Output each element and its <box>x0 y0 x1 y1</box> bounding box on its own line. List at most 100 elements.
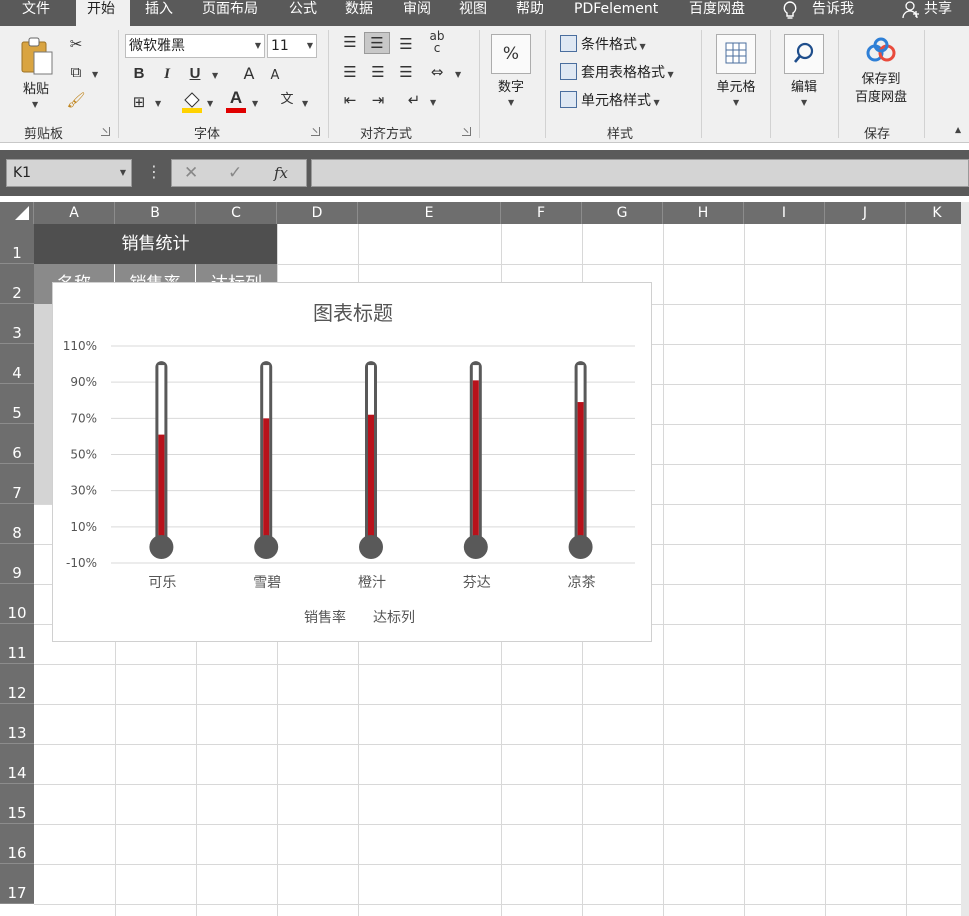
tab-insert[interactable]: 插入 <box>145 0 191 26</box>
column-header-j[interactable]: J <box>825 202 906 224</box>
share-user-icon[interactable] <box>901 0 921 26</box>
formula-bar-resize-handle[interactable]: ⋮ <box>146 160 162 184</box>
copy-dropdown-icon[interactable]: ▼ <box>92 70 98 79</box>
row-header-8[interactable]: 8 <box>0 504 34 544</box>
column-header-g[interactable]: G <box>582 202 663 224</box>
font-color-dropdown-icon[interactable]: ▼ <box>252 99 258 108</box>
tab-page-layout[interactable]: 页面布局 <box>202 0 268 26</box>
align-left-icon[interactable]: ☰ <box>340 62 360 82</box>
row-header-16[interactable]: 16 <box>0 824 34 864</box>
cut-icon[interactable]: ✂ <box>66 34 86 54</box>
fill-color-button[interactable] <box>181 90 203 114</box>
font-size-box[interactable]: 11 ▼ <box>267 34 317 58</box>
vertical-scrollbar[interactable] <box>961 202 969 916</box>
tab-baidu-netdisk[interactable]: 百度网盘 <box>689 0 755 26</box>
wrap-text-icon[interactable]: ↵ <box>404 90 424 110</box>
legend-entry-target[interactable]: 达标列 <box>373 607 415 627</box>
cells-dropdown-icon[interactable]: ▼ <box>733 98 739 107</box>
align-right-icon[interactable]: ☰ <box>396 62 416 82</box>
column-header-c[interactable]: C <box>196 202 277 224</box>
row-header-17[interactable]: 17 <box>0 864 34 904</box>
name-box-dropdown-icon[interactable]: ▼ <box>120 160 126 186</box>
alignment-launcher-icon[interactable] <box>462 127 471 136</box>
font-name-box[interactable]: 微软雅黑 ▼ <box>125 34 265 58</box>
cell-styles-button[interactable]: 单元格样式 ▼ <box>560 90 660 112</box>
tab-help[interactable]: 帮助 <box>516 0 552 26</box>
increase-indent-icon[interactable]: ⇥ <box>368 90 388 110</box>
borders-icon[interactable]: ⊞ <box>128 92 150 112</box>
legend-entry-sales-rate[interactable]: 销售率 <box>304 607 346 627</box>
row-header-7[interactable]: 7 <box>0 464 34 504</box>
cells-button[interactable] <box>716 34 756 74</box>
borders-dropdown-icon[interactable]: ▼ <box>155 99 161 108</box>
conditional-formatting-button[interactable]: 条件格式 ▼ <box>560 34 646 56</box>
phonetic-dropdown-icon[interactable]: ▼ <box>302 99 308 108</box>
data-cells-shaded[interactable] <box>34 304 53 504</box>
underline-button[interactable]: U <box>186 64 204 84</box>
underline-dropdown-icon[interactable]: ▼ <box>212 71 218 80</box>
align-bottom-icon[interactable]: ☰ <box>396 34 416 54</box>
tab-formulas[interactable]: 公式 <box>289 0 325 26</box>
tell-me-search[interactable]: 告诉我 <box>812 0 864 26</box>
format-painter-icon[interactable]: 🖌 <box>66 90 86 110</box>
row-header-10[interactable]: 10 <box>0 584 34 624</box>
merge-dropdown-icon[interactable]: ▼ <box>455 70 461 79</box>
save-to-baidu-button[interactable]: 保存到 百度网盘 <box>846 36 916 116</box>
cancel-icon[interactable]: ✕ <box>184 163 198 183</box>
enter-check-icon[interactable]: ✓ <box>228 163 242 183</box>
number-format-button[interactable]: % <box>491 34 531 74</box>
font-color-button[interactable]: A <box>225 88 247 114</box>
paste-dropdown-icon[interactable]: ▼ <box>32 100 38 109</box>
decrease-indent-icon[interactable]: ⇤ <box>340 90 360 110</box>
align-top-icon[interactable]: ☰ <box>340 32 360 52</box>
tab-data[interactable]: 数据 <box>345 0 381 26</box>
row-header-15[interactable]: 15 <box>0 784 34 824</box>
clipboard-launcher-icon[interactable] <box>101 127 110 136</box>
align-middle-icon[interactable]: ☰ <box>364 32 390 54</box>
row-header-9[interactable]: 9 <box>0 544 34 584</box>
share-button[interactable]: 共享 <box>924 0 964 26</box>
tab-home[interactable]: 开始 <box>76 0 130 26</box>
orientation-icon[interactable]: ab c <box>426 30 448 54</box>
bold-button[interactable]: B <box>130 64 148 84</box>
tab-pdfelement[interactable]: PDFelement <box>574 0 668 26</box>
italic-button[interactable]: I <box>158 64 176 84</box>
insert-function-icon[interactable]: fx <box>274 163 288 183</box>
wrap-dropdown-icon[interactable]: ▼ <box>430 98 436 107</box>
shrink-font-button[interactable]: A <box>266 66 284 86</box>
row-header-5[interactable]: 5 <box>0 384 34 424</box>
column-header-k[interactable]: K <box>906 202 969 224</box>
format-as-table-button[interactable]: 套用表格格式 ▼ <box>560 62 674 84</box>
column-header-d[interactable]: D <box>277 202 358 224</box>
row-header-13[interactable]: 13 <box>0 704 34 744</box>
phonetic-icon[interactable]: 文 <box>276 90 298 110</box>
grow-font-button[interactable]: A <box>240 64 258 84</box>
copy-icon[interactable]: ⧉ <box>66 62 86 82</box>
column-header-h[interactable]: H <box>663 202 744 224</box>
name-box[interactable]: K1 ▼ <box>6 159 132 187</box>
row-header-6[interactable]: 6 <box>0 424 34 464</box>
row-header-14[interactable]: 14 <box>0 744 34 784</box>
tab-review[interactable]: 审阅 <box>403 0 439 26</box>
column-header-b[interactable]: B <box>115 202 196 224</box>
row-header-3[interactable]: 3 <box>0 304 34 344</box>
column-header-i[interactable]: I <box>744 202 825 224</box>
row-header-1[interactable]: 1 <box>0 224 34 264</box>
font-size-dropdown-icon[interactable]: ▼ <box>307 35 313 57</box>
align-center-icon[interactable]: ☰ <box>368 62 388 82</box>
editing-dropdown-icon[interactable]: ▼ <box>801 98 807 107</box>
collapse-ribbon-icon[interactable]: ▼ <box>955 126 961 135</box>
column-header-e[interactable]: E <box>358 202 501 224</box>
row-header-2[interactable]: 2 <box>0 264 34 304</box>
cell-a1-merged[interactable]: 销售统计 <box>34 224 277 264</box>
fill-color-dropdown-icon[interactable]: ▼ <box>207 99 213 108</box>
row-header-4[interactable]: 4 <box>0 344 34 384</box>
editing-button[interactable] <box>784 34 824 74</box>
thermometer-chart[interactable]: 图表标题 110% 90% 70% 50% 30% 10% -10% 可乐 雪碧 橙汁 芬达 凉茶 销… <box>52 282 652 642</box>
formula-input[interactable] <box>311 159 969 187</box>
merge-center-icon[interactable]: ⇔ <box>426 62 448 82</box>
select-all-corner[interactable] <box>0 202 34 224</box>
font-launcher-icon[interactable] <box>311 127 320 136</box>
paste-button[interactable]: 粘贴 ▼ <box>14 36 58 116</box>
column-header-a[interactable]: A <box>34 202 115 224</box>
